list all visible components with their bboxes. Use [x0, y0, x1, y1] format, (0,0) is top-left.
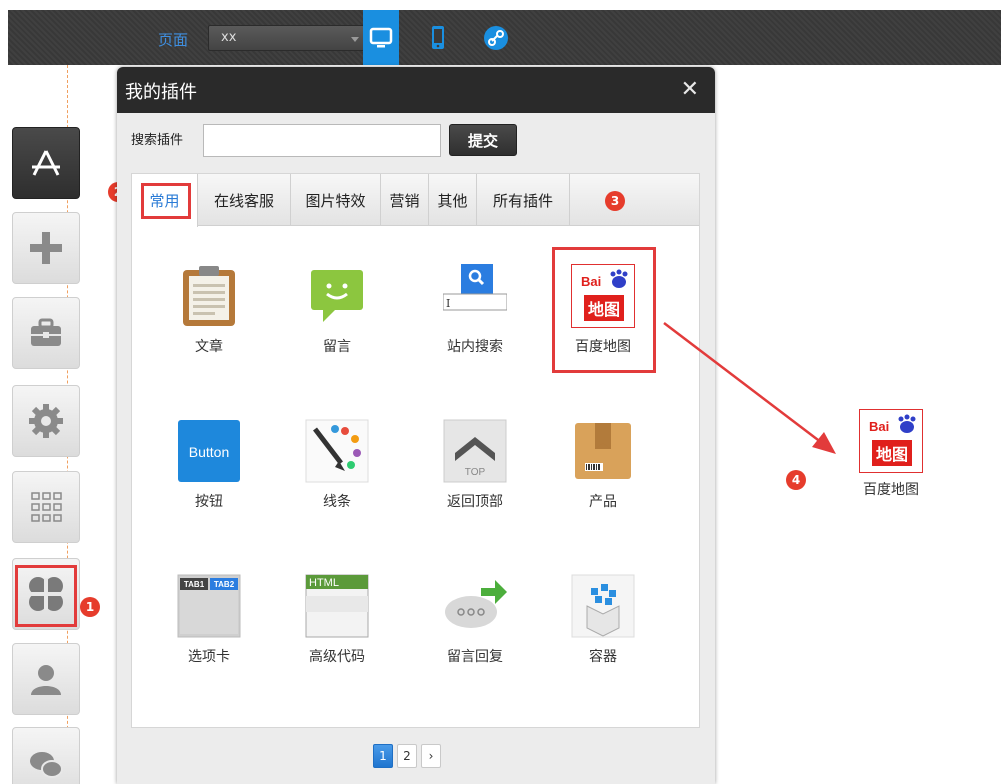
message-icon	[311, 270, 363, 322]
plugin-message[interactable]: 留言	[282, 264, 392, 356]
html-icon-text: HTML	[309, 577, 339, 589]
page-1-button[interactable]: 1	[373, 744, 393, 768]
product-icon	[575, 423, 631, 479]
gear-icon	[29, 404, 63, 438]
tab-marketing[interactable]: 营销	[381, 174, 429, 226]
sidebar-item-grid[interactable]	[12, 471, 80, 543]
tab-online-service[interactable]: 在线客服	[198, 174, 291, 226]
article-icon	[183, 266, 235, 326]
step-badge-3: 3	[605, 191, 625, 211]
plugin-label: 产品	[589, 494, 617, 510]
plugin-label: 留言	[323, 339, 351, 355]
tab-highlight-box	[141, 183, 191, 219]
search-label: 搜索插件	[131, 133, 184, 148]
plugin-line[interactable]: 线条	[282, 419, 392, 511]
plugin-back-to-top[interactable]: TOP 返回顶部	[420, 419, 530, 511]
plugin-article[interactable]: 文章	[154, 264, 264, 356]
tabs-icon: TAB1 TAB2	[177, 574, 241, 638]
sidebar-item-app-store[interactable]	[12, 127, 80, 199]
paw-icon	[898, 414, 916, 433]
next-page-button[interactable]: ›	[421, 744, 441, 768]
plugin-container[interactable]: 容器	[548, 574, 658, 666]
tab2-icon-text: TAB2	[214, 580, 235, 589]
top-icon-text: TOP	[465, 467, 486, 478]
message-reply-icon	[445, 580, 507, 628]
plugin-button[interactable]: Button 按钮	[154, 419, 264, 511]
plugin-label: 线条	[323, 494, 351, 510]
plugins-panel: 常用 在线客服 图片特效 营销 其他 所有插件 文章 留言 I 站内搜索 Bai…	[131, 173, 700, 728]
submit-button[interactable]: 提交	[449, 124, 517, 156]
plugin-label: 按钮	[195, 494, 223, 510]
desktop-icon	[369, 27, 393, 47]
html-code-icon: HTML	[305, 574, 369, 638]
plugin-tabs[interactable]: TAB1 TAB2 选项卡	[154, 574, 264, 666]
page-2-button[interactable]: 2	[397, 744, 417, 768]
link-icon	[484, 25, 508, 50]
tab-all-plugins[interactable]: 所有插件	[477, 174, 570, 226]
dropped-baidu-map[interactable]: Bai 地图 百度地图	[851, 409, 931, 499]
step-badge-4: 4	[786, 470, 806, 490]
share-link-button[interactable]	[478, 10, 514, 65]
plugins-highlight-box	[15, 565, 77, 627]
stage: 页面 xx 1 我的插件 ✕ 搜索插件 提交 常用 在线客服 图片特效 营销 其…	[0, 0, 1001, 784]
mobile-view-button[interactable]	[420, 10, 456, 65]
user-icon	[31, 665, 61, 695]
mobile-icon	[432, 25, 444, 49]
baidu-map-icon: Bai 地图	[859, 409, 923, 473]
button-icon: Button	[178, 420, 240, 482]
plugin-label: 文章	[195, 339, 223, 355]
close-icon[interactable]: ✕	[681, 79, 699, 101]
sidebar-item-user[interactable]	[12, 643, 80, 715]
chat-icon	[30, 752, 63, 778]
container-icon	[571, 574, 635, 638]
plugin-message-reply[interactable]: 留言回复	[420, 574, 530, 666]
toolbox-icon	[31, 318, 61, 346]
dialog-header: 我的插件 ✕	[117, 67, 715, 113]
baidu-map-text: 地图	[872, 440, 912, 466]
plugin-label: 返回顶部	[447, 494, 503, 510]
app-store-icon	[32, 150, 60, 176]
sidebar-item-chat[interactable]	[12, 727, 80, 784]
plugin-label: 留言回复	[447, 649, 503, 665]
page-select[interactable]: xx	[208, 25, 368, 51]
step-badge-1: 1	[80, 597, 100, 617]
plus-icon	[30, 232, 62, 264]
plugin-label: 容器	[589, 649, 617, 665]
baidu-logo-text: Bai	[869, 419, 890, 434]
site-search-icon: I	[442, 264, 508, 311]
tab-image-effects[interactable]: 图片特效	[291, 174, 381, 226]
baidu-map-highlight-box	[552, 247, 656, 373]
sidebar-item-settings[interactable]	[12, 385, 80, 457]
plugin-site-search[interactable]: I 站内搜索	[420, 264, 530, 356]
button-icon-text: Button	[189, 444, 229, 460]
top-toolbar: 页面 xx	[8, 10, 1001, 65]
plugin-label: 高级代码	[309, 649, 365, 665]
sidebar-item-add[interactable]	[12, 212, 80, 284]
search-input[interactable]	[203, 124, 441, 157]
dialog-title: 我的插件	[125, 82, 197, 103]
tab-other[interactable]: 其他	[429, 174, 477, 226]
grid-icon	[31, 492, 62, 522]
search-cursor-glyph: I	[446, 297, 450, 310]
desktop-view-button[interactable]	[363, 10, 399, 65]
page-label: 页面	[158, 31, 189, 49]
plugin-html-code[interactable]: HTML 高级代码	[282, 574, 392, 666]
plugin-product[interactable]: 产品	[548, 419, 658, 511]
line-icon	[305, 419, 369, 483]
chevron-down-icon	[351, 37, 359, 42]
page-select-value: xx	[221, 30, 237, 45]
tab1-icon-text: TAB1	[184, 580, 205, 589]
back-to-top-icon: TOP	[443, 419, 507, 483]
plugin-label: 站内搜索	[447, 339, 503, 355]
plugins-dialog: 我的插件 ✕ 搜索插件 提交 常用 在线客服 图片特效 营销 其他 所有插件 文…	[117, 67, 715, 784]
sidebar-item-toolbox[interactable]	[12, 297, 80, 369]
pagination: 1 2 ›	[373, 744, 441, 768]
dropped-plugin-label: 百度地图	[863, 482, 919, 498]
plugin-label: 选项卡	[188, 649, 230, 665]
